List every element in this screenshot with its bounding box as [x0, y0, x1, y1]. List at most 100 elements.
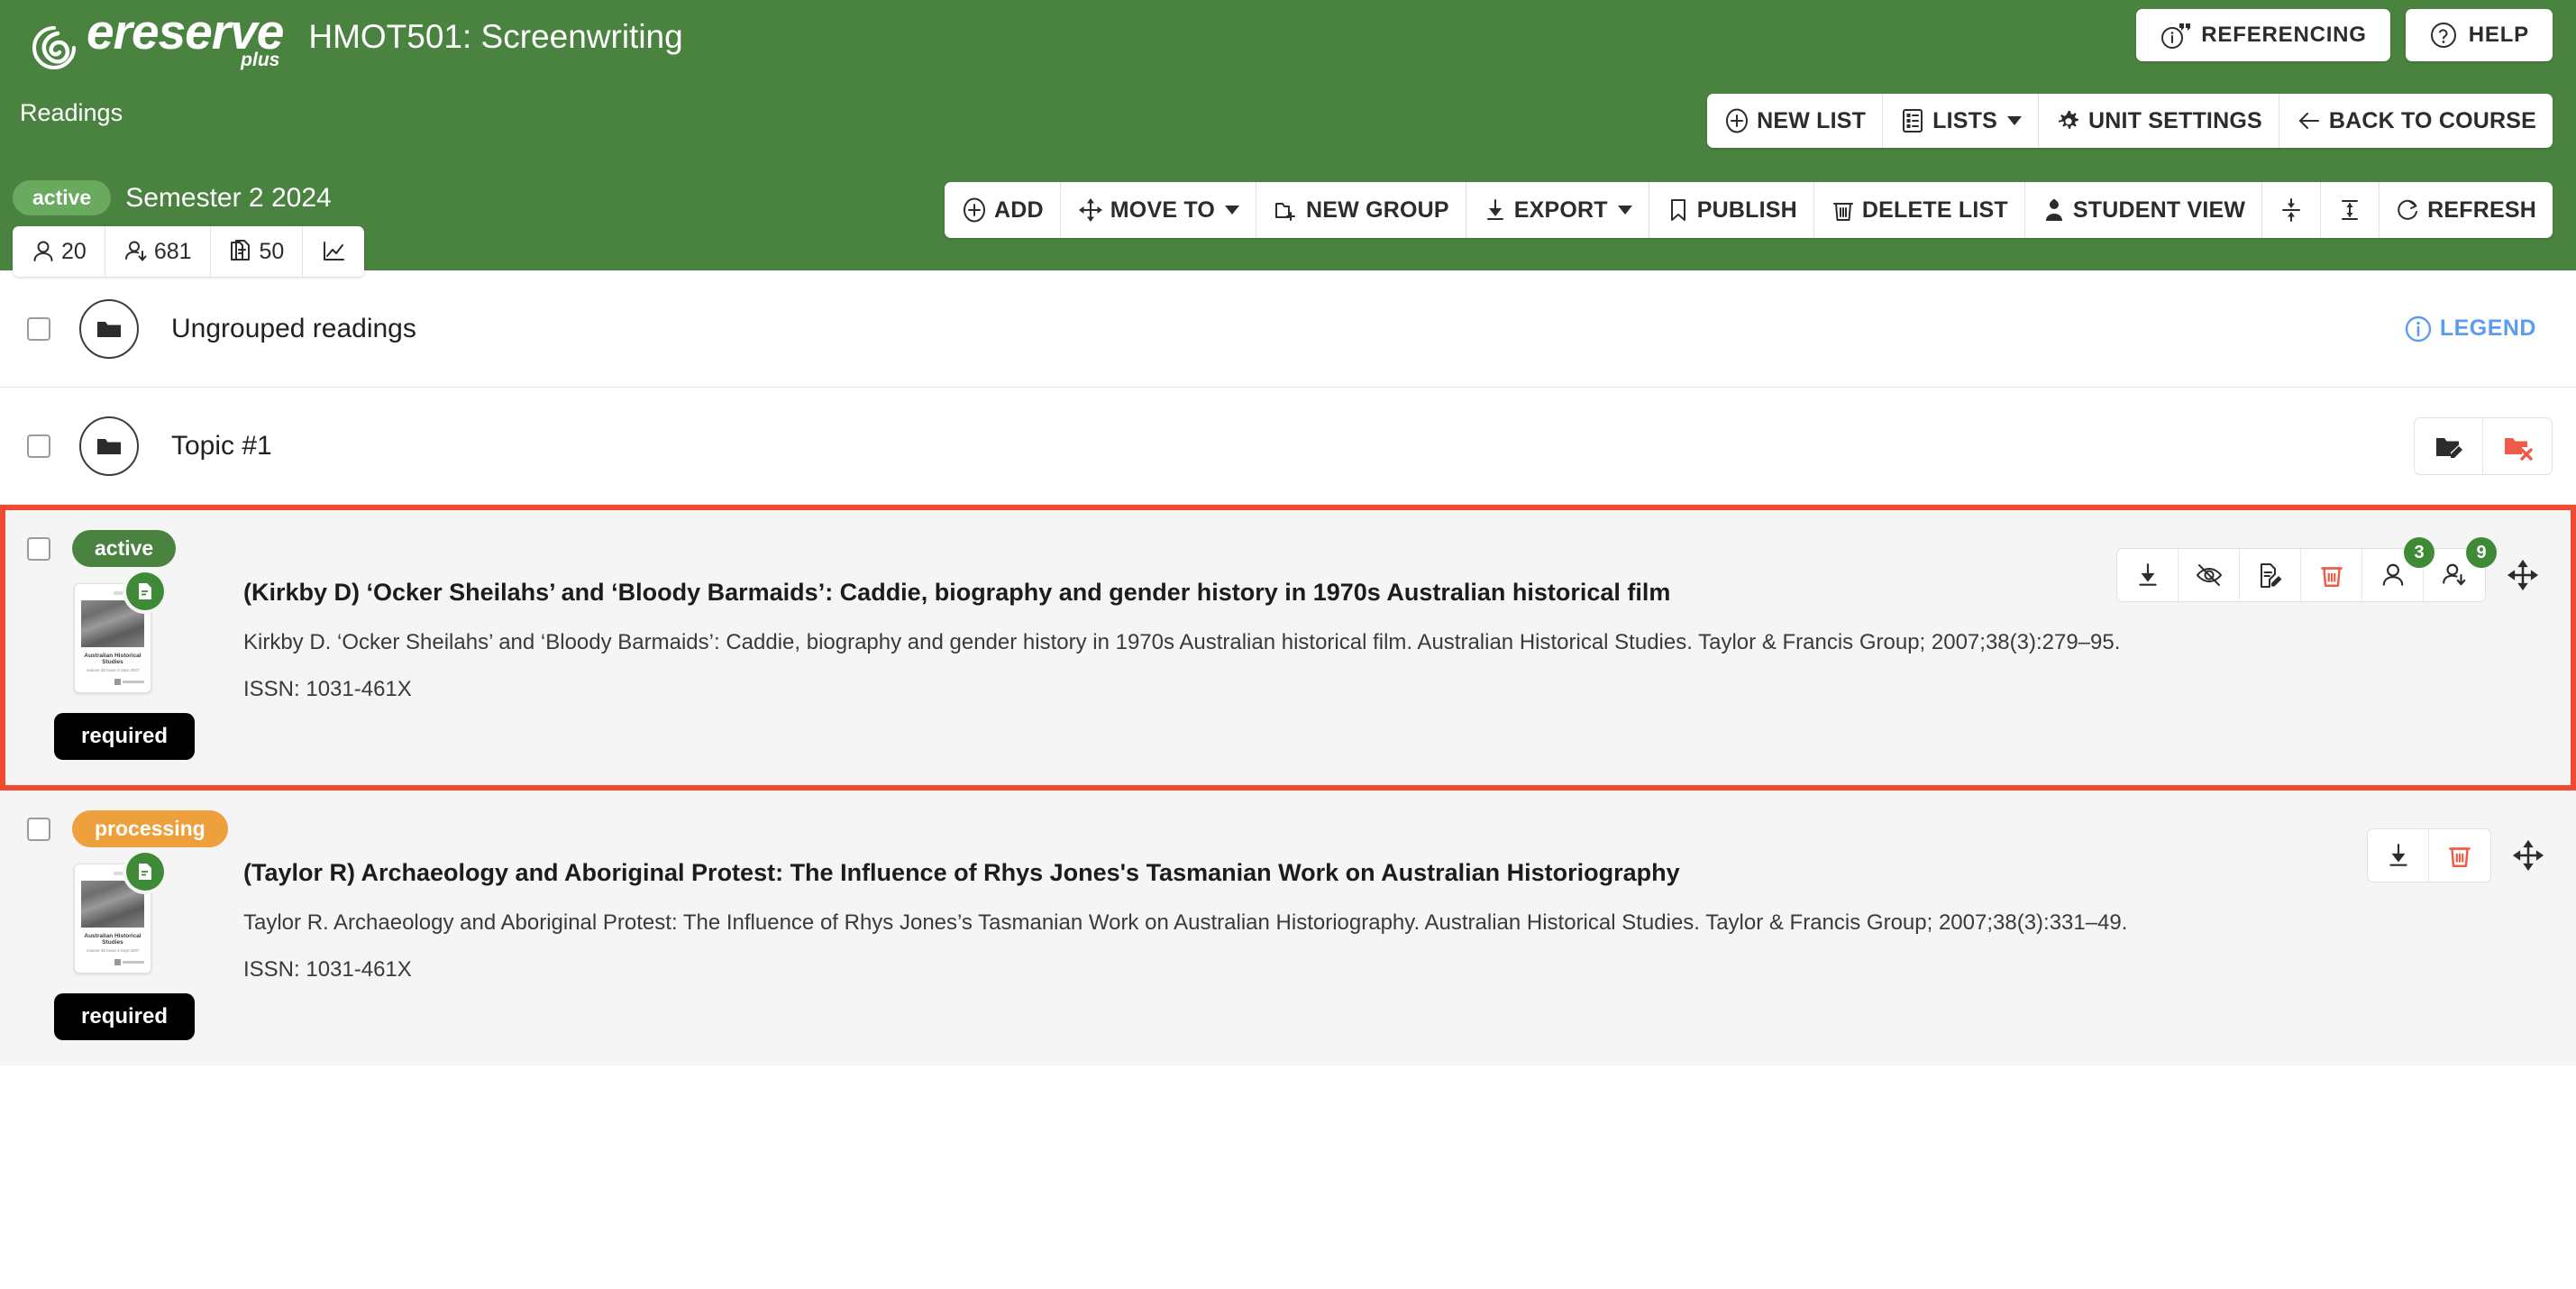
status-badge: processing — [72, 810, 228, 847]
student-icon — [2042, 197, 2067, 223]
reading-content: (Taylor R) Archaeology and Aboriginal Pr… — [243, 810, 2576, 1040]
new-group-label: NEW GROUP — [1306, 197, 1449, 223]
reading-item[interactable]: active Australian Historical Studies Vol… — [0, 505, 2576, 791]
reading-issn: ISSN: 1031-461X — [243, 957, 412, 983]
reading-action-group: 3 9 — [2116, 537, 2497, 602]
move-arrows-icon[interactable] — [2507, 838, 2549, 873]
bookmark-icon — [1666, 197, 1691, 223]
reading-item[interactable]: processing Australian Historical Studies… — [0, 791, 2576, 1065]
help-button[interactable]: HELP — [2405, 9, 2553, 61]
download-button[interactable] — [2117, 549, 2179, 601]
folder-edit-icon[interactable] — [2415, 417, 2483, 474]
folder-icon[interactable] — [79, 298, 139, 359]
thumb-subtitle: Volume 38 Issue 3 Sept 2007 — [86, 668, 140, 673]
expand-all-icon — [2337, 197, 2362, 223]
views-button[interactable]: 3 — [2362, 537, 2434, 601]
download-button[interactable] — [2368, 829, 2429, 882]
semester-block: active Semester 2 2024 20 681 50 — [13, 180, 365, 277]
group-row-topic-1: Topic #1 — [0, 388, 2576, 505]
requirement-badge: required — [54, 993, 196, 1040]
document-type-icon — [126, 853, 164, 891]
hide-button[interactable] — [2179, 549, 2240, 601]
student-view-button[interactable]: STUDENT VIEW — [2025, 182, 2263, 238]
thumb-journal-title: Australian Historical Studies — [84, 653, 142, 666]
move-arrows-icon[interactable] — [2502, 558, 2544, 592]
thumb-subtitle: Volume 38 Issue 3 Sept 2007 — [86, 948, 140, 954]
plus-circle-icon — [961, 197, 988, 224]
chevron-down-icon — [1617, 206, 1632, 215]
refresh-label: REFRESH — [2427, 197, 2536, 223]
new-group-button[interactable]: NEW GROUP — [1256, 182, 1466, 238]
export-label: EXPORT — [1513, 197, 1608, 223]
reading-action-group — [2367, 828, 2491, 882]
person-icon — [31, 239, 56, 264]
stat-students-value: 20 — [61, 238, 87, 264]
export-button[interactable]: EXPORT — [1466, 182, 1649, 238]
folder-icon[interactable] — [79, 416, 139, 476]
student-view-label: STUDENT VIEW — [2072, 197, 2246, 223]
documents-icon — [229, 239, 254, 264]
delete-list-label: DELETE LIST — [1861, 197, 2008, 223]
add-button[interactable]: ADD — [945, 182, 1061, 238]
new-list-label: NEW LIST — [1757, 107, 1867, 133]
group-row-ungrouped: Ungrouped readings LEGEND — [0, 270, 2576, 388]
referencing-button[interactable]: REFERENCING — [2136, 9, 2390, 61]
download-icon — [1483, 197, 1508, 223]
reading-checkbox[interactable] — [27, 536, 50, 561]
move-to-button[interactable]: MOVE TO — [1061, 182, 1257, 238]
stat-students[interactable]: 20 — [13, 226, 105, 277]
publish-button[interactable]: PUBLISH — [1649, 182, 1814, 238]
delete-button[interactable] — [2301, 549, 2362, 601]
delete-button[interactable] — [2429, 829, 2490, 882]
back-to-course-label: BACK TO COURSE — [2328, 107, 2536, 133]
lists-button[interactable]: LISTS — [1883, 94, 2039, 148]
info-quote-icon — [2160, 20, 2191, 50]
plus-circle-icon — [1723, 107, 1750, 134]
ereserve-logo[interactable]: ereserve plus — [31, 3, 284, 71]
question-circle-icon — [2429, 21, 2458, 50]
reading-thumbnail[interactable]: Australian Historical Studies Volume 38 … — [74, 853, 164, 974]
reading-citation: Taylor R. Archaeology and Aboriginal Pro… — [243, 910, 2128, 936]
reading-issn: ISSN: 1031-461X — [243, 677, 412, 702]
reading-left-column: processing Australian Historical Studies… — [27, 810, 243, 1040]
thumb-publisher-logo — [81, 959, 144, 965]
expand-all-button[interactable] — [2321, 182, 2380, 238]
move-to-label: MOVE TO — [1110, 197, 1216, 223]
delete-list-button[interactable]: DELETE LIST — [1814, 182, 2025, 238]
page-title: HMOT501: Screenwriting — [308, 18, 683, 55]
move-arrows-icon — [1077, 197, 1104, 224]
back-to-course-button[interactable]: BACK TO COURSE — [2279, 94, 2553, 148]
reading-checkbox[interactable] — [27, 817, 50, 841]
publish-label: PUBLISH — [1696, 197, 1797, 223]
stat-documents-value: 50 — [259, 238, 285, 264]
stat-documents[interactable]: 50 — [211, 226, 304, 277]
semester-status-badge: active — [13, 180, 112, 215]
reading-actions — [2367, 828, 2549, 882]
new-list-button[interactable]: NEW LIST — [1707, 94, 1884, 148]
legend-label: LEGEND — [2439, 315, 2536, 341]
document-edit-button[interactable] — [2240, 549, 2301, 601]
lists-label: LISTS — [1932, 107, 1997, 133]
trash-icon — [1831, 197, 1856, 223]
reading-citation: Kirkby D. ‘Ocker Sheilahs’ and ‘Bloody B… — [243, 630, 2121, 655]
legend-button[interactable]: LEGEND — [2387, 303, 2553, 354]
views-count-badge: 3 — [2404, 537, 2434, 568]
reading-thumbnail[interactable]: Australian Historical Studies Volume 38 … — [74, 572, 164, 693]
chevron-down-icon — [1225, 206, 1240, 215]
list-toolbar: NEW LIST LISTS UNIT SETTINGS BACK TO COU… — [1707, 94, 2553, 148]
stat-downloads[interactable]: 681 — [105, 226, 211, 277]
stat-analytics[interactable] — [303, 226, 364, 277]
list-icon — [1899, 107, 1926, 134]
refresh-button[interactable]: REFRESH — [2380, 182, 2553, 238]
reading-title[interactable]: (Taylor R) Archaeology and Aboriginal Pr… — [243, 857, 2540, 889]
unit-settings-button[interactable]: UNIT SETTINGS — [2039, 94, 2279, 148]
brand-name: ereserve — [87, 3, 284, 59]
collapse-all-button[interactable] — [2262, 182, 2322, 238]
group-checkbox[interactable] — [27, 434, 50, 458]
status-badge: active — [72, 530, 177, 567]
folder-delete-icon[interactable] — [2483, 418, 2552, 474]
stats-bar: 20 681 50 — [13, 226, 365, 277]
group-checkbox[interactable] — [27, 316, 50, 341]
group-label: Ungrouped readings — [171, 313, 416, 343]
thumb-journal-title: Australian Historical Studies — [84, 933, 142, 946]
